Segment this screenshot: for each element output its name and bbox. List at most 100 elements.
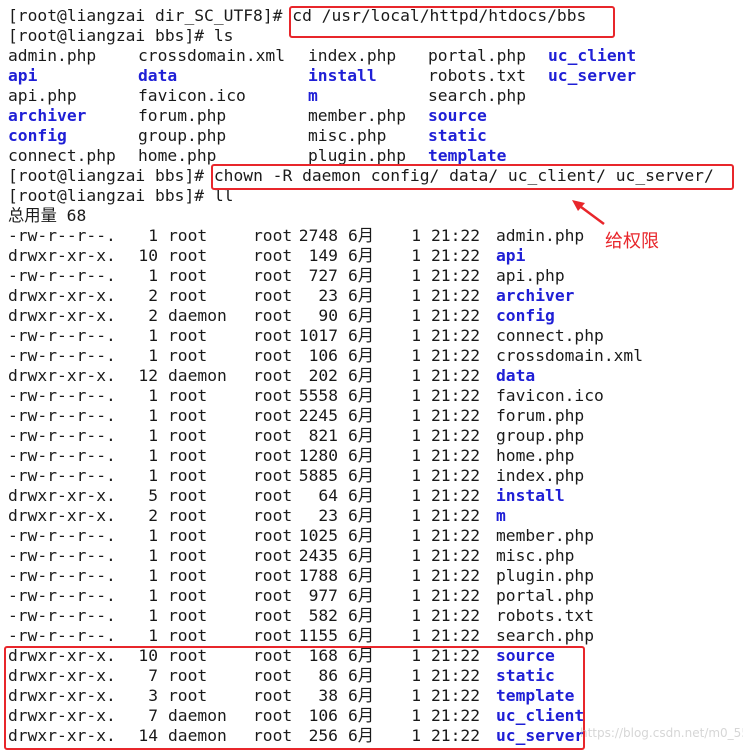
ll-month: 6月	[348, 566, 375, 585]
ls-directory: data	[138, 66, 178, 85]
ll-day: 1	[411, 506, 421, 525]
ls-file: member.php	[308, 106, 407, 125]
ll-day: 1	[411, 606, 421, 625]
ll-owner: root	[168, 326, 208, 345]
ll-entry: -rw-r--r--. 1 root root 1017 6月 1 21:22 connect.…	[8, 326, 743, 346]
ll-group: root	[253, 566, 293, 585]
ll-links: 2	[148, 286, 158, 305]
ls-directory: api	[8, 66, 38, 85]
ls-file: plugin.php	[308, 146, 407, 165]
ls-directory: template	[428, 146, 507, 165]
ll-links: 1	[148, 326, 158, 345]
ls-file: index.php	[308, 46, 397, 65]
ll-links: 1	[148, 266, 158, 285]
ll-name: robots.txt	[496, 606, 595, 625]
ll-perm: drwxr-xr-x.	[8, 486, 116, 505]
command-text: ls	[213, 26, 234, 45]
ll-entry: -rw-r--r--. 1 root root 106 6月 1 21:22 crossdoma…	[8, 346, 743, 366]
ll-month: 6月	[348, 406, 375, 425]
ll-perm: drwxr-xr-x.	[8, 286, 116, 305]
ll-name: template	[496, 686, 575, 705]
ll-owner: daemon	[168, 706, 227, 725]
ll-owner: daemon	[168, 366, 227, 385]
ll-group: root	[253, 606, 293, 625]
ll-owner: root	[168, 346, 208, 365]
command-text: chown -R daemon config/ data/ uc_client/…	[213, 166, 714, 185]
ll-day: 1	[411, 246, 421, 265]
ll-output: -rw-r--r--. 1 root root 2748 6月 1 21:22 admin.ph…	[8, 226, 743, 746]
ll-day: 1	[411, 486, 421, 505]
ls-row: archiver forum.php member.php source	[8, 106, 743, 126]
ll-entry: -rw-r--r--. 1 root root 1280 6月 1 21:22 home.php	[8, 446, 743, 466]
ll-perm: -rw-r--r--.	[8, 626, 116, 645]
ll-month: 6月	[348, 686, 375, 705]
ll-entry: -rw-r--r--. 1 root root 977 6月 1 21:22 portal.ph…	[8, 586, 743, 606]
ll-entry: -rw-r--r--. 1 root root 1155 6月 1 21:22 search.p…	[8, 626, 743, 646]
ls-directory: static	[428, 126, 487, 145]
ll-time: 21:22	[431, 366, 481, 385]
ll-group: root	[253, 266, 293, 285]
ll-entry: -rw-r--r--. 1 root root 5885 6月 1 21:22 index.ph…	[8, 466, 743, 486]
ll-size: 727	[308, 266, 338, 285]
ll-perm: -rw-r--r--.	[8, 326, 116, 345]
ll-owner: root	[168, 646, 208, 665]
prompt-prefix: [root@liangzai bbs]#	[8, 166, 214, 185]
ll-group: root	[253, 286, 293, 305]
ll-size: 149	[308, 246, 338, 265]
ll-name: portal.php	[496, 586, 595, 605]
ls-row: api.php favicon.ico m search.php	[8, 86, 743, 106]
ll-links: 7	[148, 666, 158, 685]
ls-directory: uc_client	[548, 46, 637, 65]
ll-group: root	[253, 506, 293, 525]
ll-day: 1	[411, 286, 421, 305]
ll-owner: root	[168, 386, 208, 405]
ll-time: 21:22	[431, 386, 481, 405]
ll-month: 6月	[348, 546, 375, 565]
ll-owner: root	[168, 666, 208, 685]
watermark: https://blog.csdn.net/m0_55622296	[580, 726, 743, 740]
ll-links: 1	[148, 346, 158, 365]
ll-perm: drwxr-xr-x.	[8, 506, 116, 525]
ll-entry: -rw-r--r--. 1 root root 821 6月 1 21:22 group.php	[8, 426, 743, 446]
ls-file: favicon.ico	[138, 86, 246, 105]
ll-day: 1	[411, 386, 421, 405]
ll-day: 1	[411, 546, 421, 565]
ll-perm: -rw-r--r--.	[8, 526, 116, 545]
ll-perm: drwxr-xr-x.	[8, 246, 116, 265]
ll-group: root	[253, 486, 293, 505]
ll-name: source	[496, 646, 555, 665]
ll-group: root	[253, 706, 293, 725]
total-line: 总用量 68	[8, 206, 87, 225]
ll-day: 1	[411, 446, 421, 465]
ll-owner: root	[168, 626, 208, 645]
ll-links: 2	[148, 506, 158, 525]
ll-perm: drwxr-xr-x.	[8, 686, 116, 705]
ll-group: root	[253, 446, 293, 465]
command-text: cd /usr/local/httpd/htdocs/bbs	[292, 6, 587, 25]
ll-size: 23	[318, 286, 338, 305]
ll-time: 21:22	[431, 686, 481, 705]
ll-day: 1	[411, 646, 421, 665]
ll-links: 12	[138, 366, 158, 385]
ll-owner: root	[168, 246, 208, 265]
ll-group: root	[253, 686, 293, 705]
ll-owner: root	[168, 426, 208, 445]
ll-owner: root	[168, 286, 208, 305]
ll-time: 21:22	[431, 566, 481, 585]
ll-group: root	[253, 626, 293, 645]
ls-file: crossdomain.xml	[138, 46, 286, 65]
terminal-window[interactable]: [root@liangzai dir_SC_UTF8]# cd /usr/loc…	[0, 0, 743, 751]
ll-owner: daemon	[168, 726, 227, 745]
ll-time: 21:22	[431, 446, 481, 465]
prompt-line-cd: [root@liangzai dir_SC_UTF8]# cd /usr/loc…	[8, 6, 743, 26]
ll-owner: root	[168, 526, 208, 545]
ll-size: 1025	[298, 526, 338, 545]
ll-size: 1017	[298, 326, 338, 345]
ls-file: admin.php	[8, 46, 97, 65]
ll-name: favicon.ico	[496, 386, 604, 405]
ll-entry: drwxr-xr-x. 10 root root 168 6月 1 21:22 source	[8, 646, 743, 666]
ll-name: index.php	[496, 466, 585, 485]
ls-file: group.php	[138, 126, 227, 145]
ll-name: install	[496, 486, 565, 505]
ll-month: 6月	[348, 586, 375, 605]
